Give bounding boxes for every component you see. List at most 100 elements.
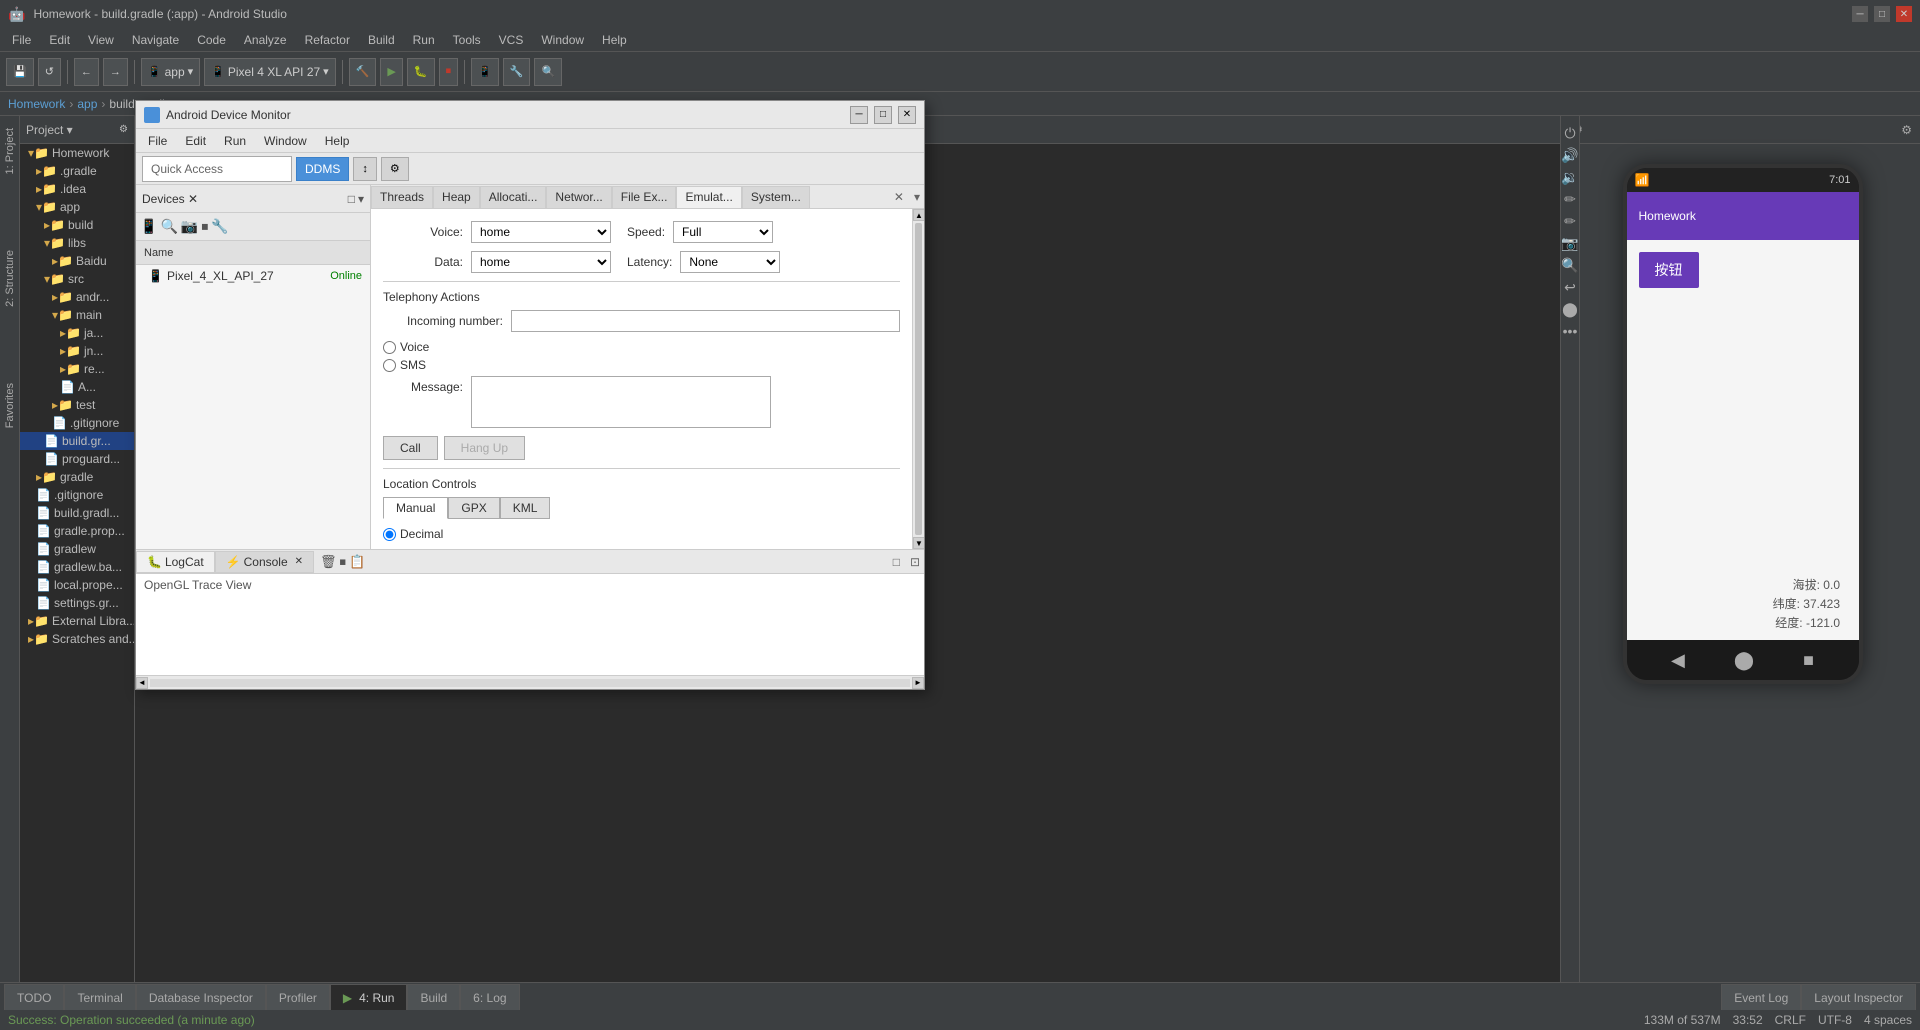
layout-inspector-tab[interactable]: Layout Inspector [1801,984,1916,1010]
adm-toolbar-btn-2[interactable]: ⚙ [381,157,409,181]
tree-settings-gradle[interactable]: 📄 settings.gr... [20,594,134,612]
pen-btn[interactable]: ✏ [1561,212,1579,230]
scroll-thumb[interactable] [915,223,922,535]
latency-select[interactable]: None [680,251,780,273]
adm-quick-access[interactable]: Quick Access [142,156,292,182]
tree-a[interactable]: 📄 A... [20,378,134,396]
tree-re[interactable]: ▸📁 re... [20,360,134,378]
adm-bottom-btn-1[interactable]: 🗑 [320,554,337,570]
menu-vcs[interactable]: VCS [491,31,532,49]
adm-tab-networ[interactable]: Networ... [546,186,611,208]
adm-menu-help[interactable]: Help [317,132,358,150]
more-btn[interactable]: ••• [1561,322,1579,340]
data-select[interactable]: home [471,251,611,273]
bottom-tab-db-inspector[interactable]: Database Inspector [136,984,266,1010]
debug-button[interactable]: 🐛 [407,58,435,86]
tree-build-gradle[interactable]: 📄 build.gr... [20,432,134,450]
forward-button[interactable]: → [103,58,128,86]
menu-window[interactable]: Window [533,31,592,49]
menu-analyze[interactable]: Analyze [236,31,295,49]
sync-button[interactable]: ↺ [38,58,61,86]
adm-tab-heap[interactable]: Heap [433,186,480,208]
minimize-button[interactable]: ─ [1852,6,1868,22]
sidebar-tab-1-project[interactable]: 1: Project [1,120,19,182]
adm-minimize[interactable]: ─ [850,106,868,124]
phone-button[interactable]: 按钮 [1639,252,1699,288]
adm-maximize[interactable]: □ [874,106,892,124]
tree-gradlew[interactable]: 📄 gradlew [20,540,134,558]
sdk-button[interactable]: 🔧 [503,58,531,86]
adm-menu-run[interactable]: Run [216,132,254,150]
adm-ddms-btn[interactable]: DDMS [296,157,349,181]
bottom-tab-run[interactable]: ▶ 4: Run [330,984,408,1010]
tree-gradle[interactable]: ▸📁 .gradle [20,162,134,180]
nav-home-icon[interactable]: ⬤ [1734,650,1754,671]
back-btn[interactable]: ↩ [1561,278,1579,296]
adm-toolbar-btn-1[interactable]: ↕ [353,157,377,181]
nav-back-icon[interactable]: ◀ [1671,650,1685,671]
tree-ja[interactable]: ▸📁 ja... [20,324,134,342]
vol-down-btn[interactable]: 🔉 [1561,168,1579,186]
rotate-btn[interactable]: ✏ [1561,190,1579,208]
adm-logcat-tab[interactable]: 🐛 LogCat [136,551,215,573]
tree-gradle-props[interactable]: 📄 gradle.prop... [20,522,134,540]
adm-bottom-btn-3[interactable]: 📋 [349,554,365,570]
back-button[interactable]: ← [74,58,99,86]
run-button[interactable]: ▶ [380,58,402,86]
tree-scratches[interactable]: ▸📁 Scratches and... [20,630,134,648]
home-btn[interactable]: ⬤ [1561,300,1579,318]
tree-src[interactable]: ▾📁 src [20,270,134,288]
adm-right-tab-close[interactable]: ✕ [888,190,910,204]
menu-code[interactable]: Code [189,31,234,49]
adm-bottom-max[interactable]: ⊡ [906,555,924,569]
adm-console-tab[interactable]: ⚡ Console ✕ [215,551,314,573]
call-button[interactable]: Call [383,436,438,460]
breadcrumb-project[interactable]: Homework [8,97,65,111]
sms-radio[interactable] [383,359,396,372]
device-button[interactable]: 📱 Pixel 4 XL API 27 ▾ [204,58,336,86]
adm-tab-emulat[interactable]: Emulat... [676,186,741,208]
save-all-button[interactable]: 💾 [6,58,34,86]
breadcrumb-app[interactable]: app [77,97,97,111]
sidebar-tab-favorites[interactable]: Favorites [1,375,19,436]
tree-libs[interactable]: ▾📁 libs [20,234,134,252]
adm-scrollbar[interactable]: ▲ ▼ [912,209,924,549]
bottom-tab-build[interactable]: Build [407,984,460,1010]
bottom-tab-profiler[interactable]: Profiler [266,984,330,1010]
sidebar-tab-structure[interactable]: 2: Structure [1,242,19,315]
tree-gradle-folder[interactable]: ▸📁 gradle [20,468,134,486]
menu-navigate[interactable]: Navigate [124,31,187,49]
gpx-tab[interactable]: GPX [448,497,499,519]
build-button[interactable]: 🔨 [349,58,377,86]
incoming-number-input[interactable] [511,310,900,332]
close-button[interactable]: ✕ [1896,6,1912,22]
tree-baidu[interactable]: ▸📁 Baidu [20,252,134,270]
adm-dev-icon-4[interactable]: ⏹ [201,218,208,235]
tree-gradlew-bat[interactable]: 📄 gradlew.ba... [20,558,134,576]
tree-main[interactable]: ▾📁 main [20,306,134,324]
scroll-up[interactable]: ▲ [913,209,924,221]
scroll-down[interactable]: ▼ [913,537,924,549]
tree-proguard[interactable]: 📄 proguard... [20,450,134,468]
project-panel-controls[interactable]: ⚙ [119,124,128,135]
adm-console-close[interactable]: ✕ [295,556,303,567]
tree-gitignore-inner[interactable]: 📄 .gitignore [20,414,134,432]
tree-local-props[interactable]: 📄 local.prope... [20,576,134,594]
adm-dev-icon-2[interactable]: 🔍 [160,218,177,235]
adm-devices-ctrl-1[interactable]: □ [348,192,355,206]
tree-gitignore-root[interactable]: 📄 .gitignore [20,486,134,504]
adm-bottom-btn-2[interactable]: ⏹ [340,554,347,570]
tree-test[interactable]: ▸📁 test [20,396,134,414]
maximize-button[interactable]: □ [1874,6,1890,22]
menu-refactor[interactable]: Refactor [297,31,358,49]
menu-tools[interactable]: Tools [445,31,489,49]
adm-close[interactable]: ✕ [898,106,916,124]
voice-select[interactable]: home [471,221,611,243]
kml-tab[interactable]: KML [500,497,551,519]
menu-edit[interactable]: Edit [41,31,78,49]
tree-homework[interactable]: ▾📁 Homework [20,144,134,162]
bottom-tab-terminal[interactable]: Terminal [64,984,135,1010]
avd-button[interactable]: 📱 [471,58,499,86]
stop-button[interactable]: ⏹ [439,58,459,86]
adm-menu-window[interactable]: Window [256,132,315,150]
